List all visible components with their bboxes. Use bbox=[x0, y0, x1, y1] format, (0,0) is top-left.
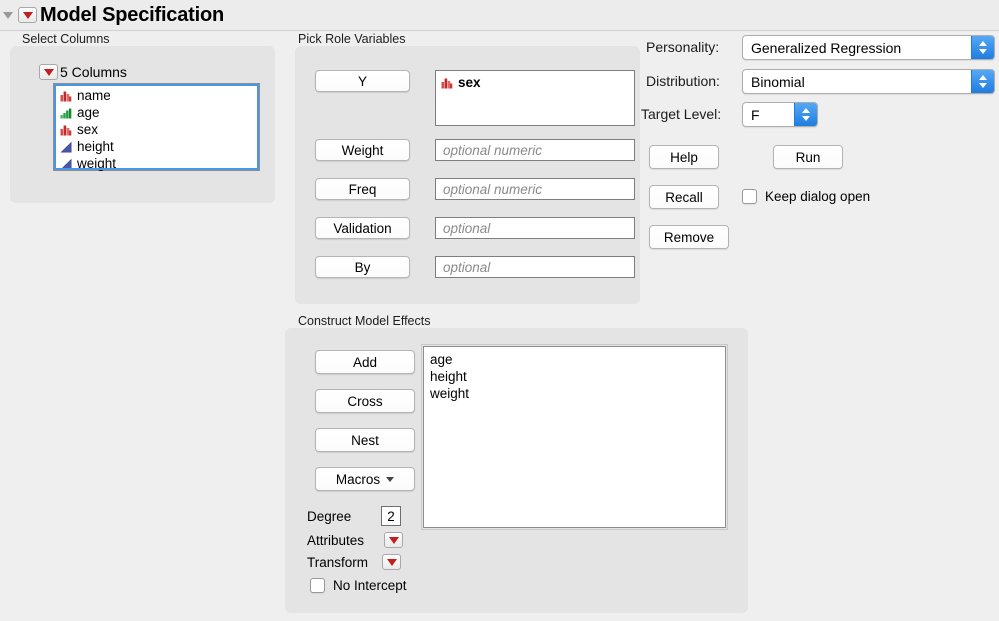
columns-count-label: 5 Columns bbox=[60, 64, 127, 80]
macros-menu-button[interactable]: Macros bbox=[315, 467, 415, 491]
by-placeholder: optional bbox=[443, 260, 491, 275]
personality-stepper-icon[interactable] bbox=[971, 36, 994, 59]
column-name: height bbox=[77, 139, 114, 154]
role-row-y: Y sex bbox=[315, 70, 635, 126]
effect-list-item[interactable]: height bbox=[430, 368, 725, 385]
attributes-red-triangle-menu-icon[interactable] bbox=[384, 532, 403, 548]
column-name: age bbox=[77, 105, 100, 120]
validation-role-button[interactable]: Validation bbox=[315, 217, 410, 239]
validation-drop-zone[interactable]: optional bbox=[435, 217, 635, 239]
role-row-freq: Freq optional numeric bbox=[315, 178, 635, 200]
target-level-stepper-icon[interactable] bbox=[794, 103, 817, 126]
role-row-validation: Validation optional bbox=[315, 217, 635, 239]
cross-effect-button[interactable]: Cross bbox=[315, 389, 415, 413]
freq-drop-zone[interactable]: optional numeric bbox=[435, 178, 635, 200]
degree-label: Degree bbox=[307, 509, 352, 524]
validation-placeholder: optional bbox=[443, 221, 491, 236]
effect-list-item[interactable]: age bbox=[430, 351, 725, 368]
freq-role-button[interactable]: Freq bbox=[315, 178, 410, 200]
model-effects-list[interactable]: age height weight bbox=[421, 344, 728, 530]
column-list-item[interactable]: name bbox=[57, 87, 259, 104]
columns-disclosure-row[interactable]: 5 Columns bbox=[36, 64, 127, 80]
select-columns-group-label: Select Columns bbox=[22, 32, 110, 46]
column-list-item[interactable]: height bbox=[57, 138, 259, 155]
continuous-blue-triangle-icon bbox=[60, 158, 72, 169]
transform-red-triangle-menu-icon[interactable] bbox=[382, 554, 401, 570]
attributes-label: Attributes bbox=[307, 533, 365, 548]
remove-button[interactable]: Remove bbox=[649, 225, 729, 249]
ordinal-green-bars-icon bbox=[60, 108, 72, 118]
target-level-value: F bbox=[751, 106, 760, 123]
by-drop-zone[interactable]: optional bbox=[435, 256, 635, 278]
y-drop-zone[interactable]: sex bbox=[435, 70, 635, 126]
macros-label: Macros bbox=[335, 471, 381, 487]
add-effect-button[interactable]: Add bbox=[315, 350, 415, 374]
keep-dialog-open-label: Keep dialog open bbox=[765, 189, 871, 204]
weight-drop-zone[interactable]: optional numeric bbox=[435, 139, 635, 161]
nominal-red-bars-icon bbox=[60, 91, 72, 101]
run-button[interactable]: Run bbox=[773, 145, 843, 169]
continuous-blue-triangle-icon bbox=[60, 141, 72, 152]
role-row-by: By optional bbox=[315, 256, 635, 278]
column-name: name bbox=[77, 88, 111, 103]
pick-role-variables-group-label: Pick Role Variables bbox=[298, 32, 406, 46]
y-role-button[interactable]: Y bbox=[315, 70, 410, 92]
target-level-label: Target Level: bbox=[641, 106, 722, 122]
by-role-button[interactable]: By bbox=[315, 256, 410, 278]
freq-placeholder: optional numeric bbox=[443, 182, 543, 197]
nominal-red-bars-icon bbox=[60, 125, 72, 135]
role-row-weight: Weight optional numeric bbox=[315, 139, 635, 161]
column-name: weight bbox=[77, 156, 117, 171]
help-button[interactable]: Help bbox=[649, 145, 719, 169]
weight-placeholder: optional numeric bbox=[443, 143, 543, 158]
degree-stepper-input[interactable] bbox=[381, 506, 401, 526]
weight-role-button[interactable]: Weight bbox=[315, 139, 410, 161]
target-level-dropdown[interactable]: F bbox=[742, 102, 818, 127]
distribution-stepper-icon[interactable] bbox=[971, 70, 994, 93]
columns-red-triangle-menu-icon[interactable] bbox=[39, 64, 58, 80]
keep-dialog-open-checkbox[interactable] bbox=[742, 189, 757, 204]
distribution-dropdown[interactable]: Binomial bbox=[742, 69, 995, 94]
recall-button[interactable]: Recall bbox=[649, 185, 719, 209]
no-intercept-row[interactable]: No Intercept bbox=[310, 578, 407, 593]
distribution-label: Distribution: bbox=[646, 73, 720, 89]
personality-dropdown[interactable]: Generalized Regression bbox=[742, 35, 995, 60]
keep-dialog-open-row[interactable]: Keep dialog open bbox=[742, 189, 870, 204]
construct-model-effects-panel: Add Cross Nest Macros age height weight … bbox=[285, 328, 748, 613]
outer-disclosure-triangle-icon[interactable] bbox=[1, 0, 15, 30]
no-intercept-checkbox[interactable] bbox=[310, 578, 325, 593]
nominal-red-bars-icon bbox=[441, 78, 453, 88]
y-assigned-variable[interactable]: sex bbox=[441, 75, 634, 90]
distribution-value: Binomial bbox=[751, 73, 805, 90]
window-title-bar: Model Specification bbox=[0, 0, 999, 31]
nest-effect-button[interactable]: Nest bbox=[315, 428, 415, 452]
no-intercept-label: No Intercept bbox=[333, 578, 407, 593]
column-list[interactable]: name age sex height weight bbox=[53, 83, 260, 171]
construct-model-effects-group-label: Construct Model Effects bbox=[298, 314, 431, 328]
transform-label: Transform bbox=[307, 555, 369, 570]
y-variable-name: sex bbox=[458, 75, 481, 90]
select-columns-panel: 5 Columns name age sex height weight bbox=[10, 46, 275, 203]
column-list-item[interactable]: sex bbox=[57, 121, 259, 138]
effect-list-item[interactable]: weight bbox=[430, 385, 725, 402]
column-list-item[interactable]: age bbox=[57, 104, 259, 121]
column-name: sex bbox=[77, 122, 99, 137]
personality-label: Personality: bbox=[646, 39, 720, 55]
personality-value: Generalized Regression bbox=[751, 39, 902, 56]
column-list-item[interactable]: weight bbox=[57, 155, 259, 172]
page-title: Model Specification bbox=[40, 4, 225, 26]
window-red-triangle-menu-icon[interactable] bbox=[18, 7, 37, 23]
chevron-down-icon bbox=[386, 476, 395, 482]
pick-role-variables-panel: Y sex Weight optional numeric Freq optio… bbox=[295, 46, 640, 304]
